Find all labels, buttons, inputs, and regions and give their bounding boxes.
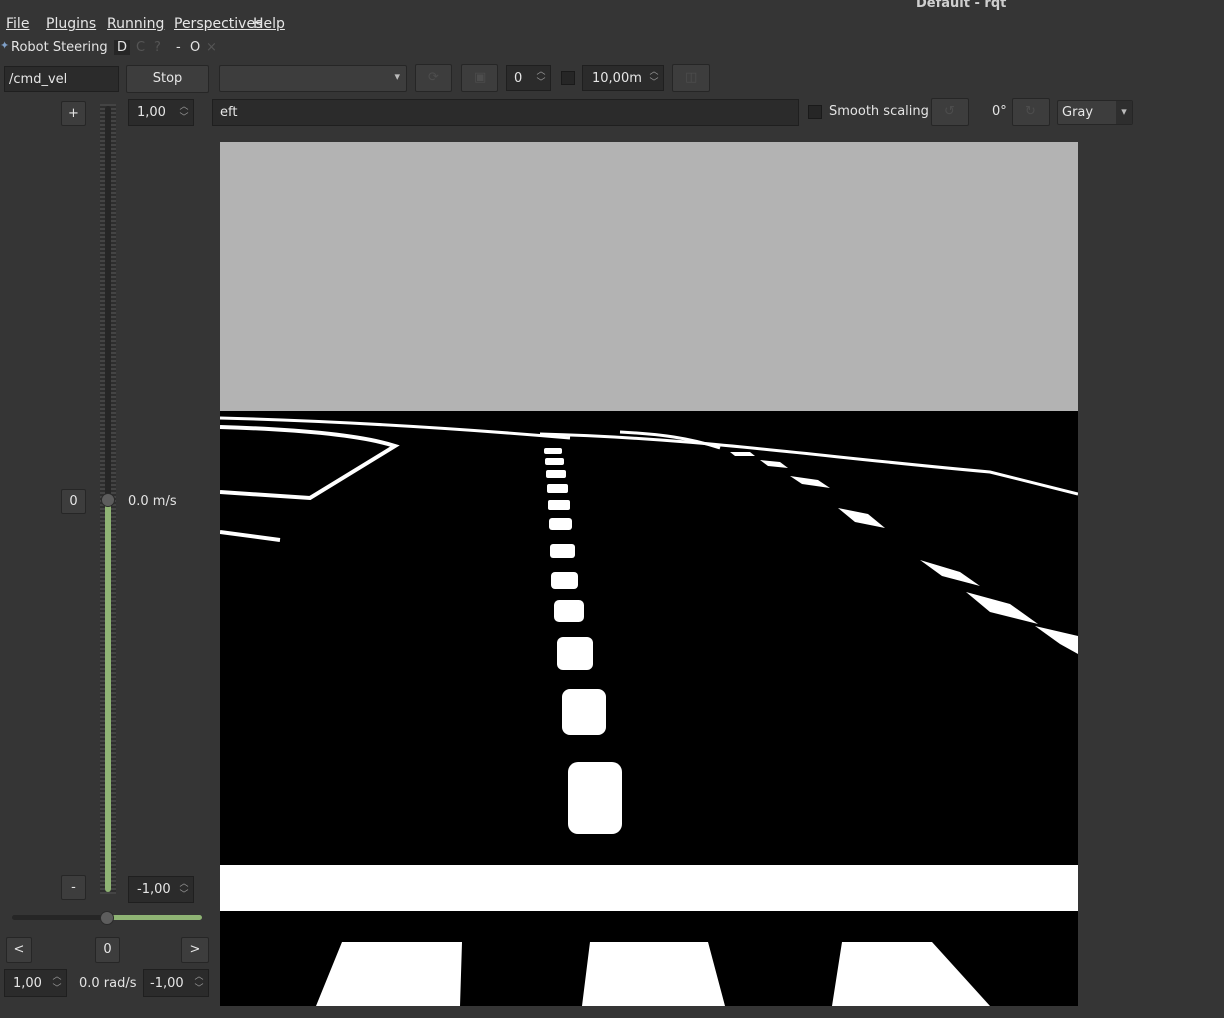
turn-left-button[interactable]: <	[6, 937, 32, 963]
rotate-left-icon: ↺	[944, 104, 955, 119]
linear-slider-fill	[105, 500, 111, 892]
smooth-scaling-label: Smooth scaling	[829, 104, 929, 119]
fit-view-button[interactable]: ◫	[672, 64, 710, 92]
max-angular-spinbox[interactable]: 1,00 ︿ ﹀	[4, 969, 67, 997]
spin-up-icon[interactable]: ︿	[536, 67, 546, 77]
zero-linear-button[interactable]: 0	[61, 489, 86, 514]
chevron-down-icon: ▾	[394, 70, 400, 83]
timeout-spinbox[interactable]: 10,00m ︿ ﹀	[582, 65, 664, 91]
crosswalk	[316, 942, 990, 1006]
help-button[interactable]: ?	[154, 40, 161, 55]
angular-velocity-readout: 0.0 rad/s	[79, 976, 137, 991]
save-image-button[interactable]: ▣	[461, 64, 498, 92]
colormap-dropdown[interactable]: Gray ▾	[1057, 100, 1133, 125]
decrease-linear-button[interactable]: -	[61, 875, 86, 900]
dock-button[interactable]: D	[114, 40, 131, 55]
menu-perspectives[interactable]: Perspectives	[174, 16, 262, 32]
road-region	[220, 411, 1078, 1006]
min-linear-value: -1,00	[137, 882, 171, 897]
save-icon: ▣	[474, 70, 487, 85]
chevron-down-icon: ▾	[1116, 101, 1132, 124]
spin-down-icon[interactable]: ﹀	[179, 890, 189, 900]
rotate-left-button[interactable]: ↺	[931, 98, 969, 126]
spin-down-icon[interactable]: ﹀	[52, 984, 62, 994]
zoom-spinbox[interactable]: 0 ︿ ﹀	[506, 65, 551, 91]
smooth-scaling-checkbox[interactable]	[808, 105, 822, 119]
close-button[interactable]: ×	[206, 40, 217, 55]
sky-region	[220, 142, 1078, 411]
spin-up-icon[interactable]: ︿	[52, 972, 62, 982]
fit-icon: ◫	[685, 70, 698, 85]
float-button[interactable]: O	[190, 40, 200, 55]
spin-down-icon[interactable]: ﹀	[649, 78, 659, 88]
minimize-button[interactable]: -	[176, 40, 181, 55]
enable-timeout-checkbox[interactable]	[561, 71, 575, 85]
linear-velocity-readout: 0.0 m/s	[128, 494, 177, 509]
menu-file[interactable]: File	[6, 16, 29, 32]
max-linear-spinbox[interactable]: 1,00 ︿ ﹀	[128, 99, 194, 126]
angular-slider-fill	[107, 915, 202, 920]
spin-down-icon[interactable]: ﹀	[536, 78, 546, 88]
menu-running[interactable]: Running	[107, 16, 164, 32]
max-angular-value: 1,00	[13, 976, 42, 991]
spin-down-icon[interactable]: ﹀	[194, 984, 204, 994]
min-angular-value: -1,00	[150, 976, 184, 991]
menubar: File Plugins Running Perspectives Help	[0, 0, 1224, 34]
refresh-icon: ⟳	[428, 70, 439, 85]
menu-help[interactable]: Help	[253, 16, 285, 32]
plugin-title: Robot Steering	[11, 40, 108, 55]
timeout-value: 10,00m	[592, 71, 642, 86]
rotate-right-icon: ↻	[1025, 104, 1036, 119]
spin-up-icon[interactable]: ︿	[649, 67, 659, 77]
min-linear-spinbox[interactable]: -1,00 ︿ ﹀	[128, 876, 194, 903]
increase-linear-button[interactable]: +	[61, 101, 86, 126]
colormap-value: Gray	[1062, 105, 1094, 120]
min-angular-spinbox[interactable]: -1,00 ︿ ﹀	[143, 969, 209, 997]
rotate-right-button[interactable]: ↻	[1012, 98, 1050, 126]
refresh-topics-button[interactable]: ⟳	[415, 64, 452, 92]
road-image	[220, 142, 1078, 1006]
camera-image	[220, 142, 1078, 1006]
linear-slider-handle[interactable]	[101, 493, 115, 507]
rotation-label: 0°	[992, 104, 1007, 119]
spin-down-icon[interactable]: ﹀	[179, 113, 189, 123]
spin-up-icon[interactable]: ︿	[179, 102, 189, 112]
menu-plugins[interactable]: Plugins	[46, 16, 96, 32]
zero-angular-button[interactable]: 0	[95, 937, 120, 963]
max-linear-value: 1,00	[137, 105, 166, 120]
turn-right-button[interactable]: >	[181, 937, 209, 963]
image-topic-dropdown[interactable]: ▾	[219, 65, 407, 92]
stop-button[interactable]: Stop	[126, 65, 209, 93]
zoom-value: 0	[514, 71, 523, 86]
angular-slider-handle[interactable]	[100, 911, 114, 925]
spin-up-icon[interactable]: ︿	[194, 972, 204, 982]
topic-input[interactable]: /cmd_vel	[4, 66, 119, 92]
plugin-icon: ✦	[0, 39, 10, 52]
spin-up-icon[interactable]: ︿	[179, 879, 189, 889]
reload-button[interactable]: C	[136, 40, 145, 55]
stop-line	[220, 865, 1078, 911]
publish-topic-input[interactable]: eft	[212, 99, 799, 126]
